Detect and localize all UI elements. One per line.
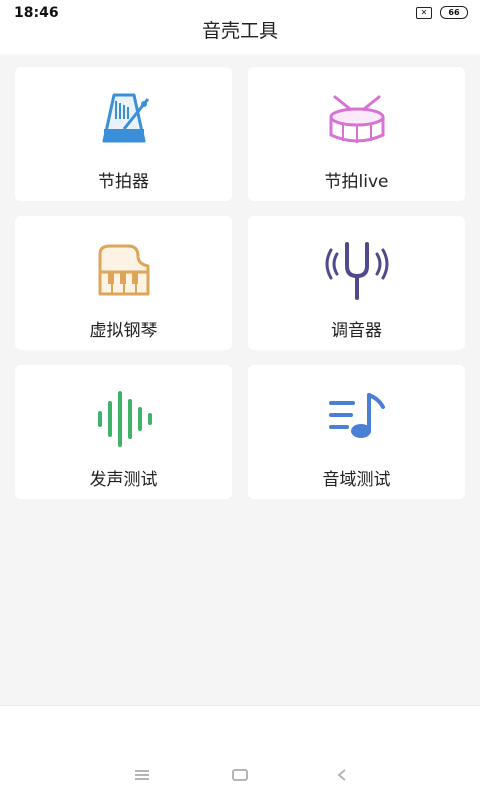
tool-card-drum[interactable]: 节拍live — [248, 67, 465, 201]
app-header: 音壳工具 — [0, 20, 480, 54]
tool-label: 发声测试 — [89, 470, 158, 490]
tool-card-sound-test[interactable]: 发声测试 — [15, 365, 232, 499]
tool-label: 节拍live — [324, 172, 389, 192]
tool-label: 调音器 — [331, 321, 382, 341]
music-note-icon — [325, 387, 389, 451]
menu-icon[interactable] — [130, 766, 154, 784]
tool-label: 节拍器 — [98, 172, 149, 192]
back-icon[interactable] — [330, 766, 354, 784]
piano-icon — [92, 238, 156, 302]
tool-label: 音域测试 — [322, 470, 391, 490]
tool-label: 虚拟钢琴 — [89, 321, 158, 341]
tuning-fork-icon — [325, 238, 389, 302]
system-nav-bar — [0, 760, 480, 790]
home-icon[interactable] — [228, 766, 252, 784]
drum-icon — [325, 89, 389, 153]
tool-card-tuner[interactable]: 调音器 — [248, 216, 465, 350]
tools-grid: 节拍器 节拍live 虚拟钢琴 调音器 发声测试 音域测试 — [15, 67, 465, 499]
page-title: 音壳工具 — [201, 20, 278, 42]
tool-card-piano[interactable]: 虚拟钢琴 — [15, 216, 232, 350]
tool-card-range-test[interactable]: 音域测试 — [248, 365, 465, 499]
tool-card-metronome[interactable]: 节拍器 — [15, 67, 232, 201]
sound-wave-icon — [92, 387, 156, 451]
metronome-icon — [92, 89, 156, 153]
